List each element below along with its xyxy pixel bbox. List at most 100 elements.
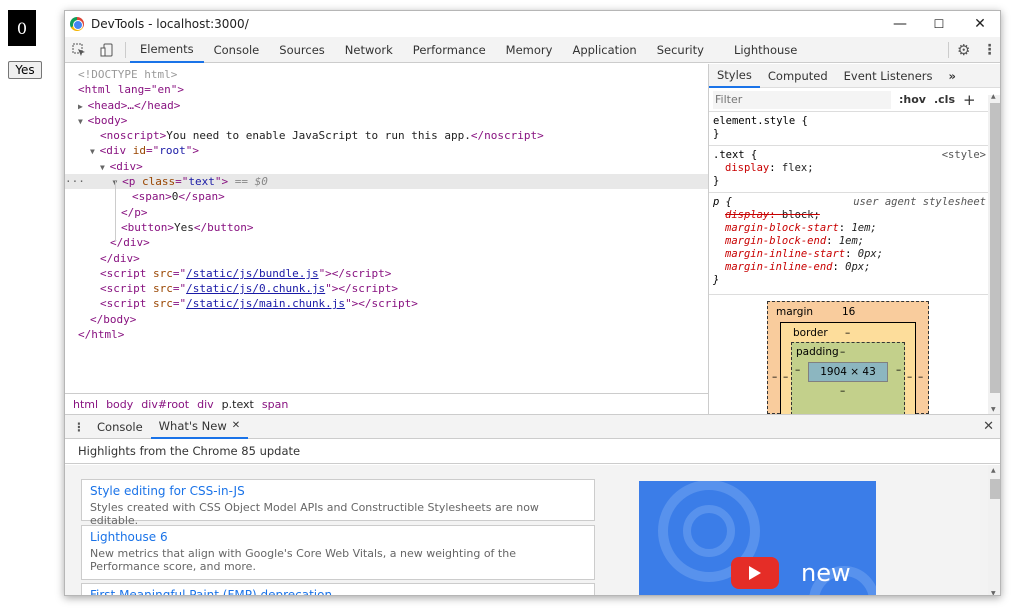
youtube-play-icon[interactable] [731, 557, 779, 589]
box-padding-right[interactable]: – [896, 364, 901, 376]
tab-sources[interactable]: Sources [269, 37, 335, 63]
dom-node[interactable]: <noscript>You need to enable JavaScript … [65, 128, 708, 143]
news-card[interactable]: First Meaningful Paint (FMP) deprecation [81, 583, 595, 595]
tab-console[interactable]: Console [204, 37, 270, 63]
tab-memory[interactable]: Memory [496, 37, 563, 63]
tab-event-listeners[interactable]: Event Listeners [836, 64, 941, 88]
dom-node[interactable]: <script src="/static/js/bundle.js"></scr… [65, 266, 708, 281]
css-value[interactable]: flex; [782, 162, 814, 174]
script-src-link[interactable]: /static/js/bundle.js [186, 267, 318, 280]
breadcrumb-item-active[interactable]: p.text [218, 398, 258, 411]
box-margin-value[interactable]: 16 [842, 306, 855, 318]
yes-button[interactable]: Yes [8, 61, 42, 79]
dom-node[interactable]: </p> [65, 205, 708, 220]
tab-application[interactable]: Application [562, 37, 646, 63]
css-property[interactable]: display [713, 162, 769, 174]
tab-lighthouse[interactable]: Lighthouse [724, 37, 807, 63]
close-drawer-icon[interactable]: ✕ [983, 419, 994, 434]
hover-state-toggle[interactable]: :hov [899, 93, 926, 106]
scroll-down-icon[interactable]: ▼ [991, 406, 996, 413]
breadcrumb-item[interactable]: div#root [137, 398, 193, 411]
class-toggle[interactable]: .cls [934, 93, 955, 106]
tab-elements[interactable]: Elements [130, 37, 204, 63]
news-title[interactable]: First Meaningful Paint (FMP) deprecation [90, 588, 586, 595]
dom-node[interactable]: </html> [65, 327, 708, 342]
news-card[interactable]: Style editing for CSS-in-JS Styles creat… [81, 479, 595, 527]
close-window-button[interactable]: ✕ [958, 11, 1000, 37]
script-src-link[interactable]: /static/js/main.chunk.js [186, 297, 345, 310]
device-toolbar-icon[interactable] [93, 37, 121, 63]
dom-node[interactable]: ▼ <body> [65, 113, 708, 128]
box-border-label: border [793, 327, 828, 339]
noscript-text: You need to enable JavaScript to run thi… [166, 129, 471, 143]
maximize-button[interactable]: ☐ [917, 11, 961, 37]
more-tabs-icon[interactable]: » [941, 64, 964, 88]
breadcrumb-item[interactable]: div [193, 398, 218, 411]
drawer-tab-whats-new[interactable]: What's New ✕ [150, 415, 249, 439]
scroll-up-icon[interactable]: ▲ [991, 93, 996, 100]
styles-filter-input[interactable] [713, 90, 891, 109]
collapse-triangle-icon[interactable]: ▼ [113, 178, 123, 187]
dom-node[interactable]: ▼ <div id="root"> [65, 143, 708, 158]
box-margin-right[interactable]: – [918, 371, 923, 383]
minimize-button[interactable]: — [878, 11, 922, 37]
drawer-scrollbar[interactable]: ▲ ▼ [988, 465, 1000, 595]
box-border-right[interactable]: – [907, 371, 912, 383]
scrollbar-thumb[interactable] [990, 479, 1000, 499]
breadcrumb-item[interactable]: body [102, 398, 137, 411]
drawer-menu-icon[interactable]: ⋮ [69, 420, 89, 434]
news-title[interactable]: Style editing for CSS-in-JS [90, 484, 586, 499]
news-title[interactable]: Lighthouse 6 [90, 530, 586, 545]
ellipsis-icon[interactable]: ··· [65, 175, 92, 188]
tab-network[interactable]: Network [335, 37, 403, 63]
box-padding-value[interactable]: – [840, 346, 845, 358]
scrollbar-thumb[interactable] [990, 103, 1000, 393]
breadcrumb-item[interactable]: span [258, 398, 292, 411]
dom-node[interactable]: <script src="/static/js/main.chunk.js"><… [65, 296, 708, 311]
dom-node[interactable]: <span>0</span> [65, 189, 708, 204]
tab-performance[interactable]: Performance [403, 37, 496, 63]
box-content-size[interactable]: 1904 × 43 [808, 362, 888, 382]
script-src-link[interactable]: /static/js/0.chunk.js [186, 282, 325, 295]
doctype-text: <!DOCTYPE html> [78, 68, 178, 81]
dom-node[interactable]: </div> [65, 251, 708, 266]
inspect-element-icon[interactable] [65, 37, 93, 63]
dom-node[interactable]: <html lang="en"> [65, 82, 708, 97]
collapse-triangle-icon[interactable]: ▼ [90, 147, 100, 156]
collapse-triangle-icon[interactable]: ▼ [100, 163, 110, 172]
scroll-up-icon[interactable]: ▲ [991, 467, 996, 474]
dom-node[interactable]: <script src="/static/js/0.chunk.js"></sc… [65, 281, 708, 296]
box-border-left[interactable]: – [783, 371, 788, 383]
box-padding-label: padding [796, 346, 839, 358]
tab-styles[interactable]: Styles [709, 64, 760, 88]
styles-scrollbar[interactable]: ▲ ▼ [988, 93, 1000, 414]
promo-video-thumbnail[interactable]: new [639, 481, 876, 595]
scroll-down-icon[interactable]: ▼ [991, 590, 996, 595]
dom-node[interactable]: <button>Yes</button> [65, 220, 708, 235]
news-desc: Styles created with CSS Object Model API… [90, 501, 539, 527]
window-title: DevTools - localhost:3000/ [91, 17, 249, 31]
rule-close: } [713, 128, 720, 140]
dom-node[interactable]: ▼ <div> [65, 159, 708, 174]
dom-node[interactable]: ▶ <head>…</head> [65, 98, 708, 113]
breadcrumb-item[interactable]: html [69, 398, 102, 411]
add-rule-icon[interactable]: + [963, 91, 976, 109]
tab-security[interactable]: Security [647, 37, 714, 63]
settings-gear-icon[interactable]: ⚙ [957, 41, 970, 59]
close-tab-icon[interactable]: ✕ [232, 420, 240, 431]
dom-node[interactable]: </div> [65, 235, 708, 250]
box-margin-left[interactable]: – [772, 371, 777, 383]
tab-computed[interactable]: Computed [760, 64, 836, 88]
drawer-tab-console[interactable]: Console [89, 415, 151, 439]
box-padding-bottom[interactable]: – [840, 385, 845, 397]
dom-node-selected[interactable]: ··· ▼ <p class="text"> == $0 [65, 174, 708, 190]
news-card[interactable]: Lighthouse 6 New metrics that align with… [81, 525, 595, 580]
collapse-triangle-icon[interactable]: ▼ [78, 117, 88, 126]
dom-node[interactable]: <!DOCTYPE html> [65, 67, 708, 82]
more-options-icon[interactable]: ⋮ [982, 42, 996, 58]
expand-triangle-icon[interactable]: ▶ [78, 102, 88, 111]
rule-source[interactable]: <style> [942, 149, 986, 162]
box-padding-left[interactable]: – [795, 364, 800, 376]
box-border-value[interactable]: – [845, 327, 850, 339]
dom-node[interactable]: </body> [65, 312, 708, 327]
